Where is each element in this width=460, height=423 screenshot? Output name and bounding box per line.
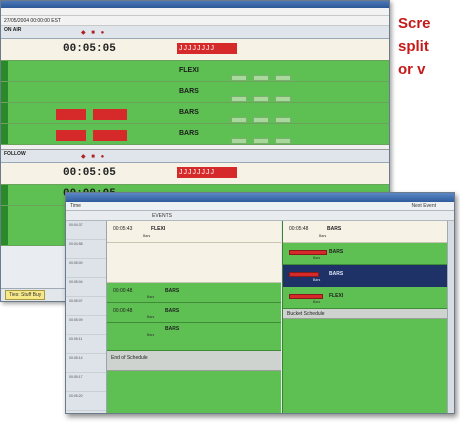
window-titlebar[interactable]: [66, 193, 454, 202]
timecode: 00:05:05: [63, 167, 116, 179]
panel-header-follow: FOLLOW ◆ ■ ●: [1, 150, 389, 163]
event-time: 00:05:48: [289, 226, 309, 232]
time-label: 00:05:04: [66, 278, 106, 297]
time-label: 00:05:07: [66, 297, 106, 316]
date-bar: 27/05/2004 00:00:00 EST: [1, 16, 389, 26]
schedule-event[interactable]: BARS Bars: [283, 243, 454, 265]
time-label: 00:05:00: [66, 259, 106, 278]
timecode: 00:05:05: [63, 43, 116, 55]
column-title: EVENTS: [152, 213, 173, 219]
time-column: 00:04:37 00:04:58 00:05:00 00:05:04 00:0…: [66, 221, 107, 413]
event-sub: Bars: [319, 234, 327, 238]
toolbar-icons[interactable]: ◆ ■ ●: [81, 29, 106, 36]
progress-bar: [93, 130, 127, 141]
event-row[interactable]: BARS: [1, 82, 389, 103]
event-sub: Bars: [143, 234, 151, 238]
toolbar-left-label: Time: [70, 203, 81, 209]
progress-bar: [289, 250, 327, 255]
row-marker: [1, 61, 8, 81]
event-label: BARS: [165, 326, 180, 332]
event-label: BARS: [329, 249, 344, 255]
event-sub: Bars: [147, 315, 155, 319]
time-label: 00:05:11: [66, 335, 106, 354]
status-badge: JJJJJJJJ: [177, 43, 237, 54]
schedule-event[interactable]: BARS Bars: [107, 323, 281, 351]
event-label: BARS: [327, 226, 342, 232]
menu-bar[interactable]: [1, 8, 389, 16]
vertical-scrollbar[interactable]: [447, 221, 454, 413]
caption-text: Scre split or v: [398, 12, 460, 81]
event-row[interactable]: 00:05:05 JJJJJJJJ: [1, 39, 389, 61]
row-marker: [1, 206, 8, 245]
event-label: BARS: [179, 130, 199, 137]
schedule-event[interactable]: 00:00:48 BARS Bars: [107, 283, 281, 303]
bucket-schedule: Bucket Schedule: [283, 309, 454, 319]
event-row[interactable]: BARS: [1, 124, 389, 145]
caption-line-3: or v: [398, 61, 426, 78]
progress-bar: [56, 109, 86, 120]
event-sub: Bars: [313, 300, 321, 304]
event-sub: Bars: [313, 278, 321, 282]
column-header: EVENTS: [66, 211, 454, 221]
schedule-event[interactable]: FLEXI Bars: [283, 287, 454, 309]
event-label: BARS: [165, 288, 180, 294]
event-row[interactable]: 00:05:05 JJJJJJJJ: [1, 163, 389, 185]
toolbar: Time Next Event: [66, 202, 454, 211]
event-label: End of Schedule: [111, 355, 148, 361]
toolbar-icons[interactable]: ◆ ■ ●: [81, 153, 106, 160]
caption-line-1: Scre: [398, 15, 431, 32]
time-label: 00:04:37: [66, 221, 106, 240]
schedule-window-front: Time Next Event EVENTS 00:04:37 00:04:58…: [65, 192, 455, 414]
panel-header-on-air: ON AIR ◆ ■ ●: [1, 26, 389, 39]
event-sub: Bars: [147, 333, 155, 337]
schedule-event[interactable]: 00:05:48 BARS Bars: [283, 221, 454, 243]
row-marker: [1, 185, 8, 205]
event-label: BARS: [179, 109, 199, 116]
next-event-button[interactable]: Next Event: [412, 203, 436, 209]
event-sub: Bars: [313, 256, 321, 260]
progress-bar: [93, 109, 127, 120]
schedule-event[interactable]: 00:05:43 FLEXI Bars: [107, 221, 281, 243]
panel-name: ON AIR: [4, 27, 22, 33]
progress-bar: [289, 294, 323, 299]
time-label: 00:05:20: [66, 392, 106, 411]
event-label: FLEXI: [329, 293, 344, 299]
panel-name: FOLLOW: [4, 151, 26, 157]
event-time: 00:00:48: [113, 288, 133, 294]
time-label: 00:05:14: [66, 354, 106, 373]
window-titlebar[interactable]: [1, 1, 389, 8]
schedule-gap: [107, 243, 281, 283]
event-label: BARS: [165, 308, 180, 314]
schedule-event[interactable]: 00:00:48 BARS Bars: [107, 303, 281, 323]
event-label: BARS: [329, 271, 344, 277]
row-marker: [1, 82, 8, 102]
end-of-schedule: End of Schedule: [107, 351, 281, 371]
time-label: 00:05:09: [66, 316, 106, 335]
schedule-lane-2: 00:05:48 BARS Bars BARS Bars BARS Bars F…: [282, 221, 454, 413]
row-marker: [1, 124, 8, 144]
time-label: 00:04:58: [66, 240, 106, 259]
row-marker: [1, 103, 8, 123]
schedule-lane-1: 00:05:43 FLEXI Bars 00:00:48 BARS Bars 0…: [107, 221, 281, 413]
caption-line-2: split: [398, 38, 429, 55]
event-sub: Bars: [147, 295, 155, 299]
event-row[interactable]: FLEXI: [1, 61, 389, 82]
event-label: Bucket Schedule: [287, 311, 325, 317]
schedule-event-selected[interactable]: BARS Bars: [283, 265, 454, 287]
event-label: FLEXI: [151, 226, 166, 232]
event-time: 00:05:43: [113, 226, 133, 232]
event-label: FLEXI: [179, 67, 199, 74]
progress-bar: [56, 130, 86, 141]
status-chip[interactable]: Ties: Stuff Buy: [5, 290, 46, 300]
progress-bar: [289, 272, 319, 277]
time-label: 00:05:17: [66, 373, 106, 392]
event-label: BARS: [179, 88, 199, 95]
event-row[interactable]: BARS: [1, 103, 389, 124]
status-badge: JJJJJJJJ: [177, 167, 237, 178]
event-time: 00:00:48: [113, 308, 133, 314]
